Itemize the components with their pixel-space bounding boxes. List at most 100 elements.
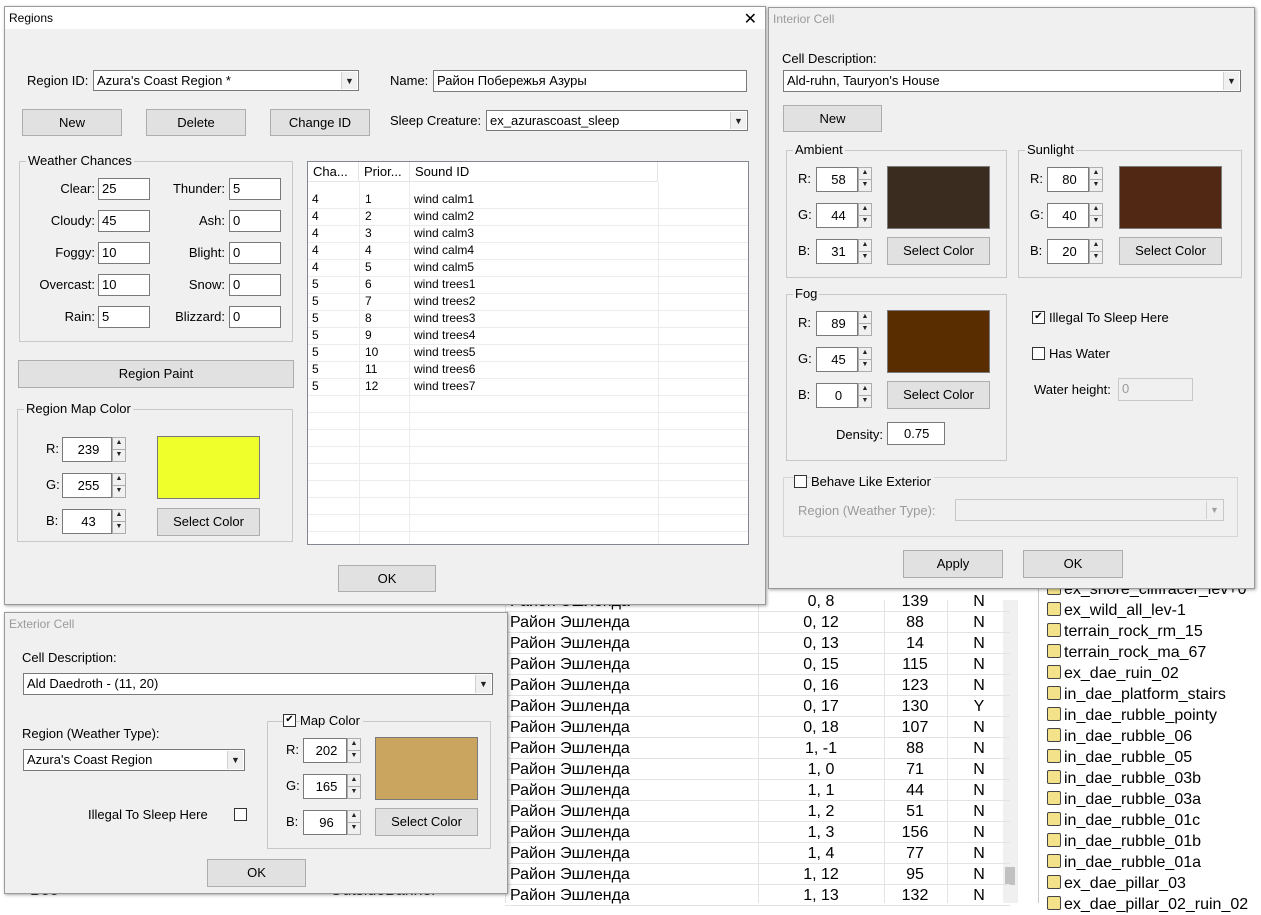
sound-list[interactable]: Cha... Prior... Sound ID 4 1 wind calm1 4 2 w… <box>307 161 749 545</box>
sound-cell-sound[interactable]: wind trees2 <box>414 293 475 310</box>
spin-up-icon[interactable]: ▲ <box>859 384 871 396</box>
spin-up-icon[interactable]: ▲ <box>1090 168 1102 180</box>
sunlight-b-spinner[interactable]: ▲ ▼ <box>1089 239 1103 264</box>
sound-cell-priority[interactable]: 4 <box>365 242 372 259</box>
name-field[interactable]: Район Побережья Азуры <box>433 70 747 92</box>
sound-cell-sound[interactable]: wind calm2 <box>414 208 474 225</box>
map-g-field[interactable]: 165 <box>303 774 347 799</box>
spin-down-icon[interactable]: ▼ <box>859 252 871 264</box>
map-g-spinner[interactable]: ▲ ▼ <box>112 473 126 498</box>
region-id-combo[interactable]: Azura's Coast Region * ▼ <box>93 70 359 91</box>
spin-up-icon[interactable]: ▲ <box>348 775 360 787</box>
spin-up-icon[interactable]: ▲ <box>113 474 125 486</box>
column-header-sound-id[interactable]: Sound ID <box>410 162 658 182</box>
sunlight-g-field[interactable]: 40 <box>1047 203 1089 228</box>
sound-cell-chance[interactable]: 5 <box>312 344 319 361</box>
spin-down-icon[interactable]: ▼ <box>1090 216 1102 228</box>
sound-cell-chance[interactable]: 5 <box>312 310 319 327</box>
map-b-spinner[interactable]: ▲ ▼ <box>112 509 126 534</box>
chevron-down-icon[interactable]: ▼ <box>475 675 491 693</box>
spin-up-icon[interactable]: ▲ <box>348 739 360 751</box>
spin-up-icon[interactable]: ▲ <box>348 811 360 823</box>
spin-up-icon[interactable]: ▲ <box>859 204 871 216</box>
ambient-r-field[interactable]: 58 <box>816 167 858 192</box>
list-item[interactable]: in_dae_rubble_01a <box>1047 852 1201 873</box>
clear-field[interactable]: 25 <box>98 178 150 200</box>
new-button[interactable]: New <box>22 109 122 136</box>
sound-cell-priority[interactable]: 3 <box>365 225 372 242</box>
fog-r-spinner[interactable]: ▲ ▼ <box>858 311 872 336</box>
sound-cell-priority[interactable]: 10 <box>365 344 378 361</box>
sunlight-b-field[interactable]: 20 <box>1047 239 1089 264</box>
ash-field[interactable]: 0 <box>229 210 281 232</box>
behave-exterior-checkbox[interactable] <box>794 475 807 488</box>
map-g-spinner[interactable]: ▲ ▼ <box>347 774 361 799</box>
chevron-down-icon[interactable]: ▼ <box>1223 72 1239 90</box>
spin-up-icon[interactable]: ▲ <box>859 240 871 252</box>
map-b-field[interactable]: 96 <box>303 810 347 835</box>
ok-button[interactable]: OK <box>338 565 436 592</box>
sleep-creature-combo[interactable]: ex_azurascoast_sleep ▼ <box>486 110 748 131</box>
column-header-chance[interactable]: Cha... <box>308 162 359 182</box>
sound-cell-priority[interactable]: 5 <box>365 259 372 276</box>
sunlight-g-spinner[interactable]: ▲ ▼ <box>1089 203 1103 228</box>
sound-cell-sound[interactable]: wind trees3 <box>414 310 475 327</box>
spin-down-icon[interactable]: ▼ <box>113 450 125 462</box>
spin-down-icon[interactable]: ▼ <box>859 216 871 228</box>
sound-cell-chance[interactable]: 4 <box>312 242 319 259</box>
sound-cell-sound[interactable]: wind trees5 <box>414 344 475 361</box>
sound-cell-priority[interactable]: 11 <box>365 361 377 378</box>
spin-down-icon[interactable]: ▼ <box>1090 252 1102 264</box>
list-item[interactable]: in_dae_rubble_05 <box>1047 747 1192 768</box>
list-item[interactable]: in_dae_rubble_01b <box>1047 831 1201 852</box>
spin-down-icon[interactable]: ▼ <box>859 180 871 192</box>
map-r-spinner[interactable]: ▲ ▼ <box>112 437 126 462</box>
map-b-spinner[interactable]: ▲ ▼ <box>347 810 361 835</box>
region-weather-combo[interactable]: ▼ <box>955 499 1224 521</box>
apply-button[interactable]: Apply <box>903 550 1003 578</box>
sound-cell-priority[interactable]: 2 <box>365 208 372 225</box>
sound-cell-chance[interactable]: 5 <box>312 378 319 395</box>
column-header-priority[interactable]: Prior... <box>359 162 410 182</box>
cell-description-combo[interactable]: Ald-ruhn, Tauryon's House ▼ <box>783 70 1241 92</box>
map-r-field[interactable]: 239 <box>62 437 112 462</box>
fog-r-field[interactable]: 89 <box>816 311 858 336</box>
close-icon[interactable]: ✕ <box>744 9 757 29</box>
spin-down-icon[interactable]: ▼ <box>348 787 360 799</box>
ambient-b-spinner[interactable]: ▲ ▼ <box>858 239 872 264</box>
list-item[interactable]: in_dae_rubble_pointy <box>1047 705 1217 726</box>
ok-button[interactable]: OK <box>1023 550 1123 578</box>
spin-up-icon[interactable]: ▲ <box>1090 204 1102 216</box>
fog-g-field[interactable]: 45 <box>816 347 858 372</box>
spin-down-icon[interactable]: ▼ <box>859 324 871 336</box>
sound-cell-chance[interactable]: 4 <box>312 225 319 242</box>
spin-down-icon[interactable]: ▼ <box>859 396 871 408</box>
cloudy-field[interactable]: 45 <box>98 210 150 232</box>
spin-down-icon[interactable]: ▼ <box>348 823 360 835</box>
sound-cell-sound[interactable]: wind trees6 <box>414 361 475 378</box>
sound-cell-priority[interactable]: 8 <box>365 310 372 327</box>
sound-cell-sound[interactable]: wind trees1 <box>414 276 475 293</box>
chevron-down-icon[interactable]: ▼ <box>730 112 746 129</box>
sound-cell-chance[interactable]: 4 <box>312 208 319 225</box>
list-item[interactable]: ex_dae_ruin_02 <box>1047 663 1179 684</box>
snow-field[interactable]: 0 <box>229 274 281 296</box>
water-height-field[interactable]: 0 <box>1118 378 1193 401</box>
ambient-g-spinner[interactable]: ▲ ▼ <box>858 203 872 228</box>
list-item[interactable]: in_dae_rubble_03a <box>1047 789 1201 810</box>
chevron-down-icon[interactable]: ▼ <box>1206 501 1222 519</box>
new-button[interactable]: New <box>783 105 882 132</box>
map-color-checkbox[interactable]: ✔ <box>283 714 296 727</box>
map-b-field[interactable]: 43 <box>62 509 112 534</box>
sound-cell-sound[interactable]: wind calm5 <box>414 259 474 276</box>
fog-b-field[interactable]: 0 <box>816 383 858 408</box>
spin-up-icon[interactable]: ▲ <box>859 312 871 324</box>
map-g-field[interactable]: 255 <box>62 473 112 498</box>
delete-button[interactable]: Delete <box>146 109 246 136</box>
spin-up-icon[interactable]: ▲ <box>859 348 871 360</box>
list-item[interactable]: ex_dae_pillar_02_ruin_02 <box>1047 894 1248 915</box>
spin-down-icon[interactable]: ▼ <box>113 486 125 498</box>
ambient-b-field[interactable]: 31 <box>816 239 858 264</box>
sound-cell-sound[interactable]: wind calm3 <box>414 225 474 242</box>
sound-cell-priority[interactable]: 12 <box>365 378 378 395</box>
